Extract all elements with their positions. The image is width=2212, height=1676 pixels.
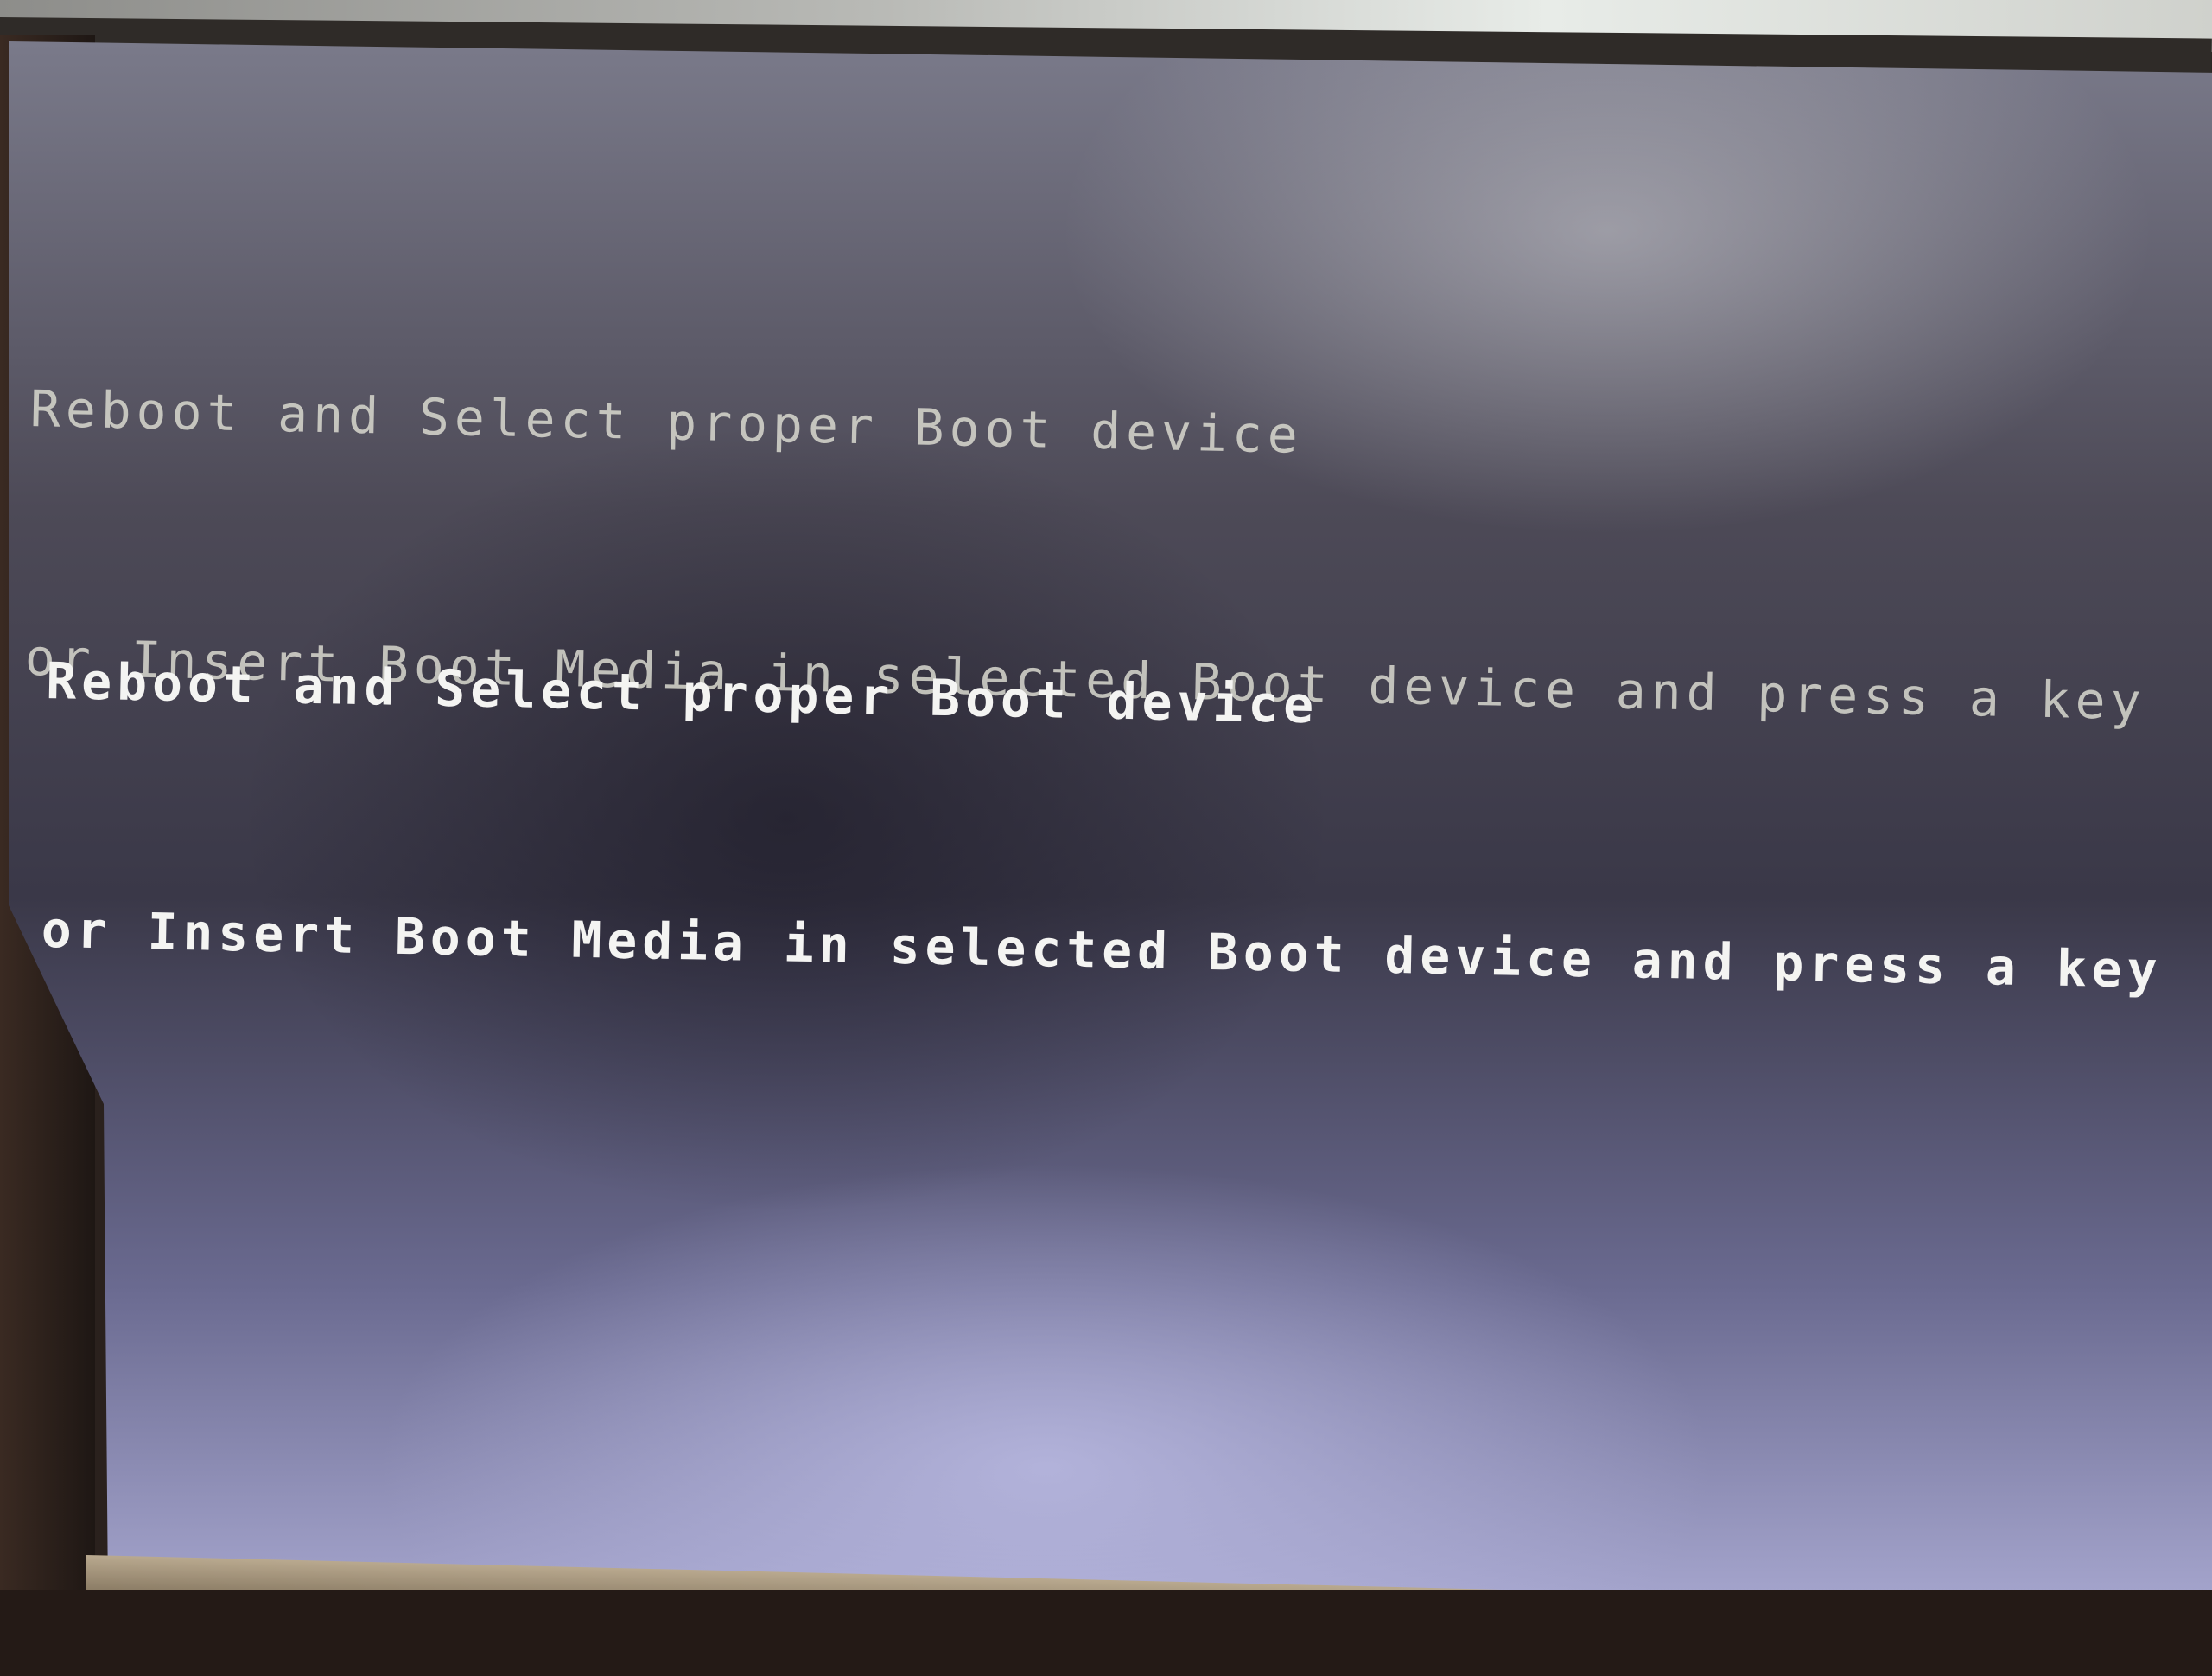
boot-error-message: Reboot and Select proper Boot device or … [37,473,2171,1178]
boot-message-line-2: or Insert Boot Media in selected Boot de… [41,899,2164,1000]
boot-message-line-1: Reboot and Select proper Boot device [45,651,1319,735]
monitor-screen: Reboot and Select proper Boot device or … [9,41,2212,1597]
ghost-message-line-1: Reboot and Select proper Boot device [29,378,1304,465]
desk-surface [0,1590,2212,1676]
